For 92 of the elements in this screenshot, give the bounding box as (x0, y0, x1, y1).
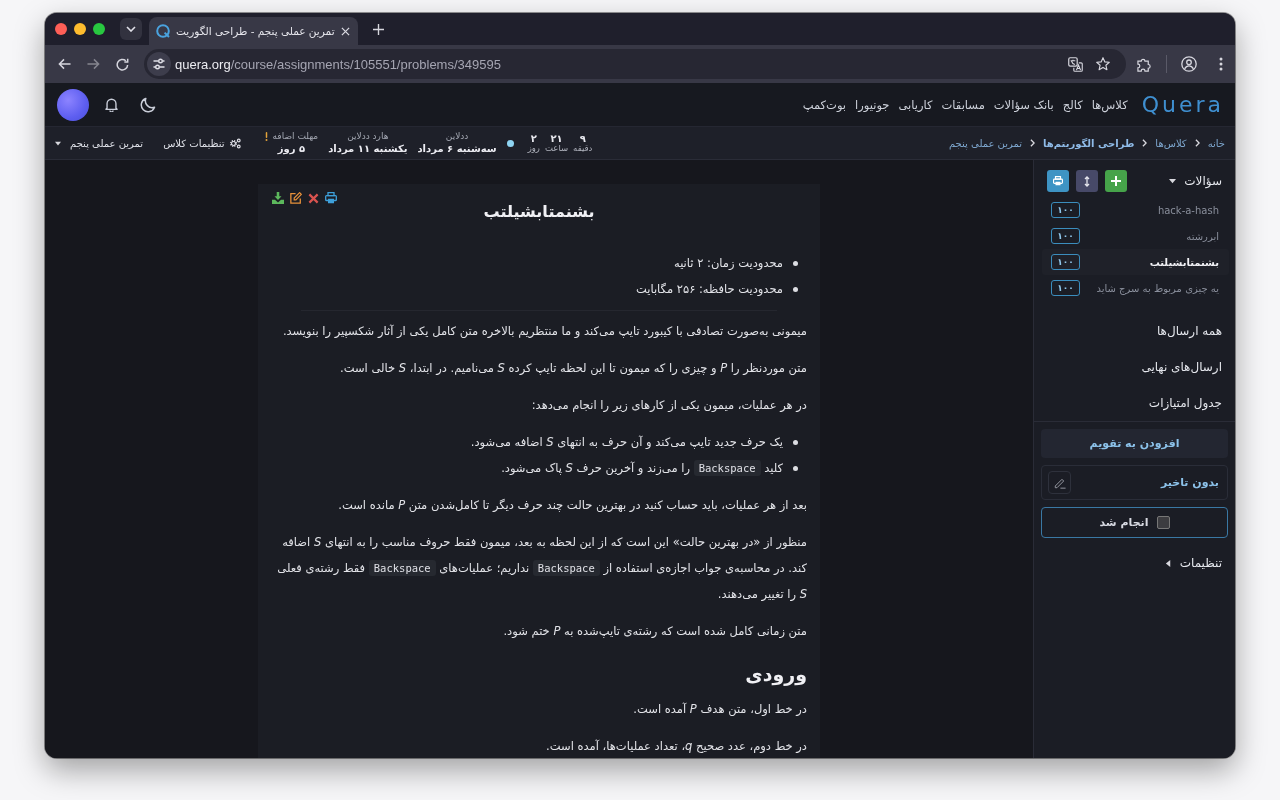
section-heading: ورودی (744, 662, 807, 688)
done-toggle[interactable]: انجام شد (1041, 507, 1228, 538)
site-settings-icon[interactable] (147, 52, 171, 76)
add-to-calendar-button[interactable]: افزودن به تقویم (1041, 429, 1228, 458)
browser-tab[interactable]: تمرین عملی پنجم - طراحی الگوریت (149, 17, 358, 45)
sidebar-link[interactable]: ارسال‌های نهایی (1034, 349, 1235, 385)
zoom-window-icon[interactable] (93, 23, 105, 35)
gears-icon (228, 137, 241, 149)
score-badge: ۱۰۰ (1051, 228, 1080, 244)
site-favicon-icon (156, 24, 170, 38)
reload-icon[interactable] (116, 57, 129, 71)
profile-icon[interactable] (1181, 56, 1197, 72)
sidebar-link[interactable]: همه ارسال‌ها (1034, 313, 1235, 349)
countdown-unit: روز (527, 143, 540, 154)
problem-title: بشنمتابشیلتب (482, 201, 596, 223)
problem-paragraph: در هر عملیات، میمون یکی از کارهای زیر را انجام می‌دهد: (530, 397, 807, 414)
settings-toggle[interactable]: تنظیمات (1034, 552, 1235, 574)
cross-icon[interactable] (308, 192, 319, 204)
countdown-number: ۲۱ (550, 132, 563, 144)
questions-toggle[interactable]: سؤالات (1169, 174, 1222, 188)
deadline-label: مهلت اضافه (272, 130, 319, 143)
limit-item: محدودیت زمان: ۲ ثانیه (673, 255, 783, 272)
breadcrumb-link[interactable]: تمرین عملی پنجم (948, 137, 1023, 149)
breadcrumb-link[interactable]: کلاس‌ها (1155, 137, 1187, 149)
minimize-window-icon[interactable] (74, 23, 86, 35)
chevron-down-icon (126, 26, 136, 32)
puzzle-icon[interactable] (1137, 56, 1152, 72)
class-settings-button[interactable]: تنظیمات کلاس (163, 137, 241, 149)
avatar-icon[interactable] (57, 88, 89, 121)
checkbox[interactable] (1156, 516, 1170, 529)
delay-status: بدون تاخیر (1160, 476, 1219, 489)
plus-icon[interactable] (372, 23, 384, 35)
nav-link[interactable]: بانک سؤالات (993, 97, 1054, 112)
deadline-label: هارد ددلاین (347, 130, 389, 143)
score-badge: ۱۰۰ (1051, 254, 1080, 270)
question-item[interactable]: ابررشته ۱۰۰ (1042, 223, 1229, 249)
sidebar-link[interactable]: جدول امتیازات (1034, 385, 1235, 421)
close-window-icon[interactable] (55, 23, 67, 35)
bullet-icon (793, 260, 798, 266)
up-down-arrow-icon (1084, 175, 1090, 187)
pencil-icon (1053, 476, 1066, 489)
status-dot-icon (506, 139, 514, 147)
countdown-unit: دقیقه (573, 143, 593, 154)
nav-link[interactable]: جونیورا (855, 97, 890, 112)
printer-icon[interactable] (325, 192, 337, 204)
countdown-number: ۲ (530, 132, 537, 144)
problem-paragraph: میمونی به‌صورت تصادفی با کیبورد تایپ می‌کند و ما منتظریم بالاخره متن کامل یکی از آثار شکسپیر را بنویسد. (281, 323, 807, 340)
bookmark-star-icon[interactable] (1096, 57, 1110, 71)
moon-icon[interactable] (140, 96, 156, 113)
add-button[interactable] (1105, 170, 1127, 192)
tab-list-button[interactable] (120, 18, 142, 40)
caret-down-icon (55, 140, 61, 146)
printer-icon (1053, 176, 1063, 186)
bell-icon[interactable] (105, 97, 118, 112)
deadline-label: ددلاین (445, 130, 469, 143)
reorder-button[interactable] (1076, 170, 1098, 192)
nav-link[interactable]: کاریابی (898, 97, 933, 112)
chevron-icon (1194, 139, 1200, 147)
countdown-unit: ساعت (544, 143, 569, 154)
breadcrumb-link[interactable]: خانه (1207, 137, 1225, 149)
bullet-icon (793, 439, 798, 445)
deadline-value: یکشنبه ۱۱ مرداد (328, 142, 408, 156)
bullet-icon (793, 465, 798, 471)
limit-item: محدودیت حافظه: ۲۵۶ مگابایت (635, 281, 783, 298)
nav-link[interactable]: کالج (1062, 97, 1083, 112)
translate-icon[interactable] (1068, 56, 1083, 72)
chevron-icon (1030, 139, 1036, 147)
bullet-icon (793, 286, 798, 292)
edit-delay-button[interactable] (1048, 471, 1071, 494)
back-icon[interactable] (58, 58, 71, 70)
nav-link[interactable]: بوت‌کمپ (802, 97, 847, 112)
plus-icon (1111, 176, 1121, 186)
forward-icon[interactable] (87, 58, 100, 70)
nav-link[interactable]: مسابقات (941, 97, 985, 112)
deadline-value: سه‌شنبه ۶ مرداد (417, 142, 497, 156)
download-icon[interactable] (272, 192, 284, 204)
score-badge: ۱۰۰ (1051, 202, 1080, 218)
site-logo[interactable]: Quera (1141, 93, 1224, 116)
question-item[interactable]: یه چیزی مربوط به سرچ شاید ۱۰۰ (1042, 275, 1229, 301)
more-menu-icon[interactable] (1219, 57, 1223, 71)
assignment-dropdown[interactable]: تمرین عملی پنجم (55, 137, 144, 149)
nav-link[interactable]: کلاس‌ها (1091, 97, 1128, 112)
print-button[interactable] (1047, 170, 1069, 192)
pencil-square-icon[interactable] (290, 192, 302, 204)
score-badge: ۱۰۰ (1051, 280, 1080, 296)
address-bar[interactable]: quera.org/course/assignments/105551/problems/349595 (144, 49, 1126, 79)
breadcrumb-link[interactable]: طراحی الگوریتم‌ها (1043, 137, 1135, 149)
countdown-number: ۹ (579, 132, 586, 144)
question-item[interactable]: بشنمتابشیلتب ۱۰۰ (1042, 249, 1229, 275)
chevron-icon (1142, 139, 1148, 147)
close-icon[interactable] (340, 26, 350, 36)
deadline-value: ۵ روز (277, 142, 306, 156)
